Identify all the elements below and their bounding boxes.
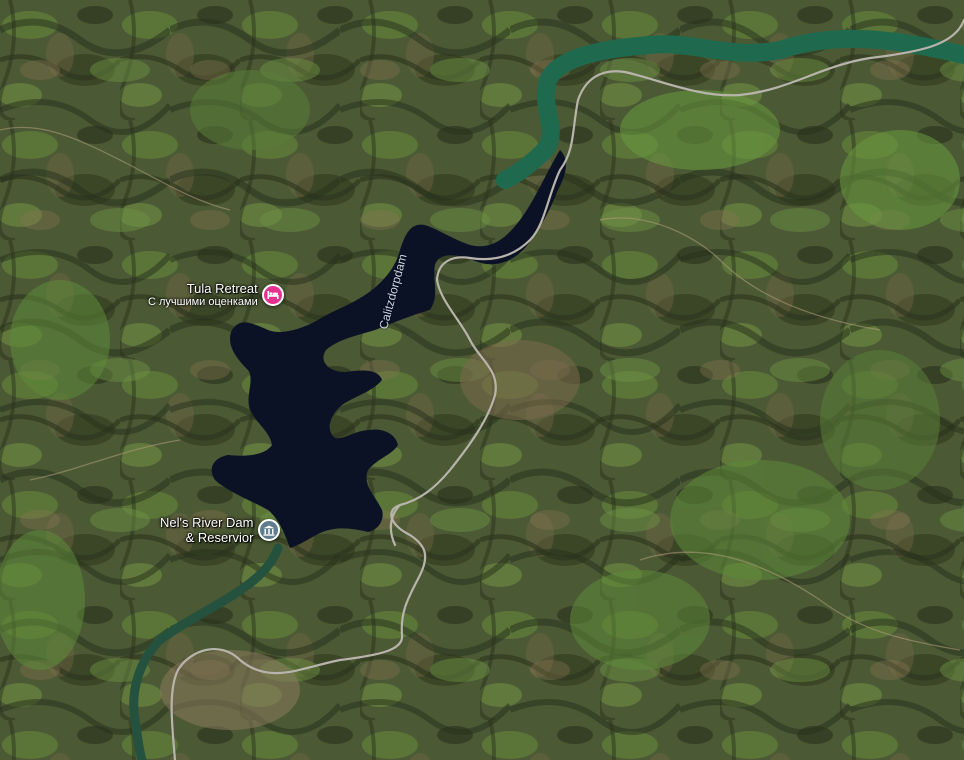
bed-icon[interactable] (261, 284, 284, 306)
poi-nels-river-dam-text: Nel's River Dam & Reservior (160, 515, 254, 545)
poi-tula-retreat-subtitle: С лучшими оценками (148, 296, 258, 308)
poi-tula-retreat-text: Tula Retreat С лучшими оценками (148, 281, 258, 309)
poi-nels-river-dam[interactable]: Nel's River Dam & Reservior (160, 515, 280, 545)
poi-tula-retreat[interactable]: Tula Retreat С лучшими оценками (148, 281, 284, 309)
satellite-map[interactable] (0, 0, 964, 760)
poi-nels-river-dam-name-line1: Nel's River Dam (160, 515, 254, 530)
landmark-icon[interactable] (257, 519, 280, 541)
poi-tula-retreat-name: Tula Retreat (186, 281, 258, 296)
poi-nels-river-dam-name-line2: & Reservior (185, 530, 254, 545)
